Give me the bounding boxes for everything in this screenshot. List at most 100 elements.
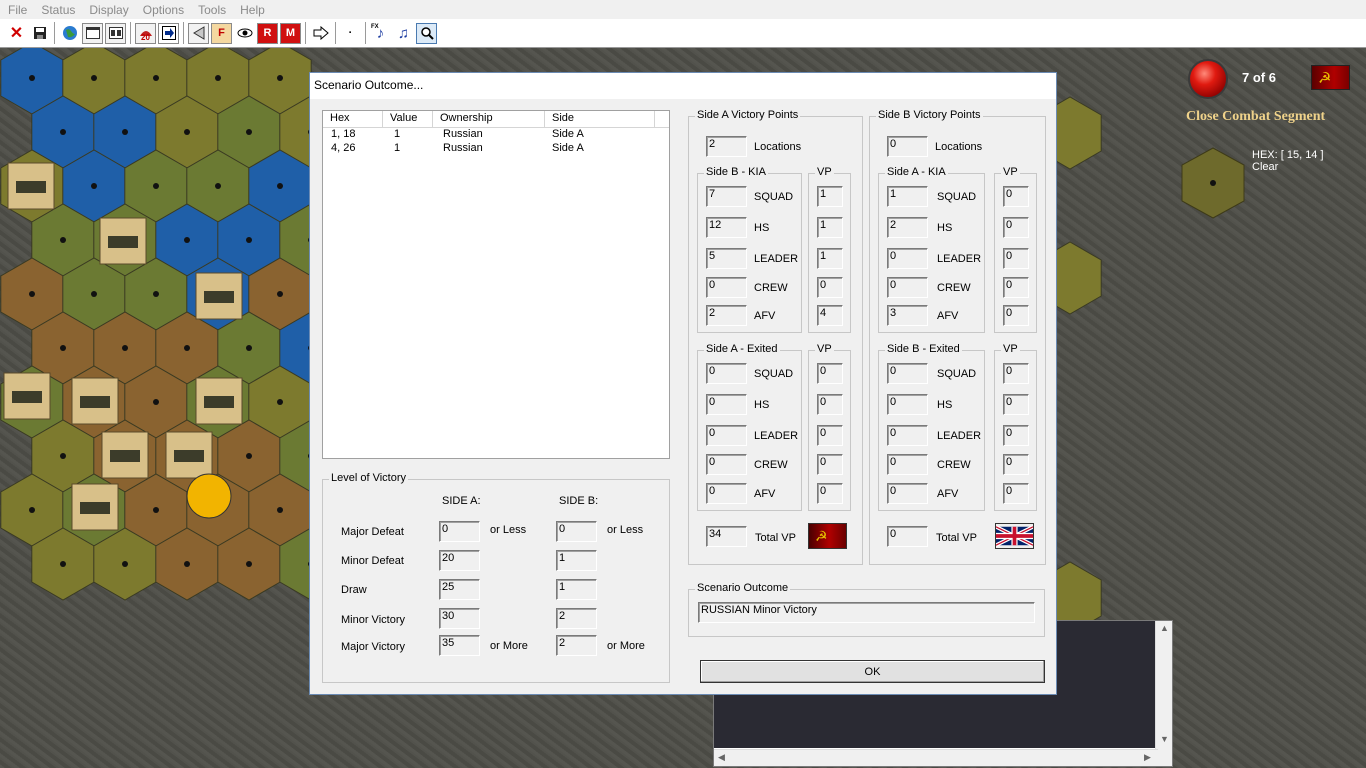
hex-center-dot: [60, 561, 66, 567]
column-header-ownership[interactable]: Ownership: [433, 111, 545, 127]
hex-center-dot: [60, 345, 66, 351]
side-a-kia-vp-group: VP 1 1 1 0 4: [808, 166, 851, 333]
unit-counter-tank[interactable]: [7, 162, 55, 210]
exited-label: HS: [754, 399, 770, 411]
vp-title: VP: [1001, 343, 1020, 355]
kia-vp: 0: [1003, 217, 1029, 238]
rout-icon[interactable]: R: [257, 22, 278, 44]
kia-label: CREW: [937, 282, 971, 294]
unit-counter-tank[interactable]: [101, 431, 149, 479]
side-b-column-label: SIDE B:: [559, 495, 599, 507]
zoom-icon[interactable]: [416, 22, 437, 44]
ok-button[interactable]: OK: [700, 660, 1045, 683]
menu-file[interactable]: File: [0, 3, 33, 17]
exited-vp: 0: [817, 363, 843, 384]
side-b-kia-vp-group: VP 0 0 0 0 0: [994, 166, 1037, 333]
close-icon[interactable]: ✕: [6, 23, 27, 44]
kia-label: HS: [754, 222, 770, 234]
level-side-b-value: 1: [556, 579, 597, 600]
melee-icon[interactable]: M: [280, 22, 301, 44]
column-header-side[interactable]: Side: [545, 111, 655, 127]
exited-label: CREW: [937, 459, 971, 471]
hex-center-dot: [277, 399, 283, 405]
soviet-flag-icon: ☭: [808, 523, 847, 549]
level-label: Minor Victory: [341, 614, 405, 626]
column-header-value[interactable]: Value: [383, 111, 433, 127]
unit-counter-infantry[interactable]: [3, 372, 51, 420]
kia-count: 2: [887, 217, 928, 238]
hex-center-dot: [29, 291, 35, 297]
level-side-a-value: 0: [439, 521, 480, 542]
victory-locations-list[interactable]: Hex Value Ownership Side 1, 18 1 Russian…: [322, 110, 670, 459]
kia-vp: 1: [817, 217, 843, 238]
ambush-icon[interactable]: 20: [135, 22, 156, 44]
level-side-a-value: 35: [439, 635, 480, 656]
next-unit-icon[interactable]: [158, 22, 179, 44]
menu-status[interactable]: Status: [33, 3, 81, 17]
hex-center-dot: [246, 561, 252, 567]
phase-light-icon[interactable]: [1188, 59, 1228, 99]
list-item[interactable]: 1, 18 1 Russian Side A: [323, 128, 669, 142]
kia-count: 12: [706, 217, 747, 238]
hex-center-dot: [246, 237, 252, 243]
menu-bar: File Status Display Options Tools Help: [0, 0, 1366, 19]
kia-count: 5: [706, 248, 747, 269]
cell-ownership: Russian: [443, 142, 483, 154]
window-icon[interactable]: [82, 22, 103, 44]
advance-arrow-icon[interactable]: [310, 23, 331, 44]
window-split-icon[interactable]: [105, 22, 126, 44]
scroll-left-icon[interactable]: ◀: [718, 752, 725, 763]
kia-label: HS: [937, 222, 953, 234]
exited-count: 0: [887, 483, 928, 504]
log-horizontal-scrollbar[interactable]: ◀ ▶: [714, 749, 1158, 766]
unit-counter-tank[interactable]: [71, 483, 119, 531]
hex-center-dot: [122, 345, 128, 351]
kia-count: 0: [887, 277, 928, 298]
unit-counter-equipment[interactable]: [195, 272, 243, 320]
unit-counter-infantry[interactable]: [99, 217, 147, 265]
menu-display[interactable]: Display: [81, 3, 134, 17]
scenario-outcome-value: RUSSIAN Minor Victory: [698, 602, 1035, 623]
dot-icon[interactable]: ·: [340, 23, 361, 44]
turn-counter: 7 of 6: [1242, 70, 1276, 85]
exited-vp: 0: [817, 425, 843, 446]
sound-fx-icon[interactable]: ♪ FX: [370, 23, 391, 44]
log-vertical-scrollbar[interactable]: ▲ ▼: [1155, 621, 1172, 766]
save-icon[interactable]: [29, 23, 50, 44]
scroll-down-icon[interactable]: ▼: [1160, 734, 1169, 744]
cell-value: 1: [394, 142, 401, 154]
level-label: Major Defeat: [341, 526, 404, 538]
column-header-hex[interactable]: Hex: [323, 111, 383, 127]
menu-tools[interactable]: Tools: [190, 3, 232, 17]
toolbar-divider: [335, 22, 336, 44]
list-item[interactable]: 4, 26 1 Russian Side A: [323, 142, 669, 156]
unit-counter-mg[interactable]: [71, 377, 119, 425]
list-header: Hex Value Ownership Side: [323, 111, 669, 128]
ordnance-marker-icon[interactable]: [186, 473, 232, 519]
level-side-b-value: 2: [556, 608, 597, 629]
globe-icon[interactable]: [59, 23, 80, 44]
kia-label: LEADER: [937, 253, 982, 265]
menu-options[interactable]: Options: [135, 3, 190, 17]
level-side-a-value: 25: [439, 579, 480, 600]
cell-ownership: Russian: [443, 128, 483, 140]
scroll-up-icon[interactable]: ▲: [1160, 623, 1169, 633]
level-side-b-value: 1: [556, 550, 597, 571]
kia-count: 0: [887, 248, 928, 269]
menu-help[interactable]: Help: [232, 3, 271, 17]
hex-terrain: Clear: [1252, 161, 1279, 173]
eye-icon[interactable]: [234, 23, 255, 44]
scroll-right-icon[interactable]: ▶: [1144, 752, 1151, 763]
unit-counter-mg[interactable]: [195, 377, 243, 425]
kia-count: 1: [887, 186, 928, 207]
exited-label: AFV: [937, 488, 959, 500]
unit-counter-infantry[interactable]: [165, 431, 213, 479]
hex-center-dot: [60, 237, 66, 243]
side-b-vp-title: Side B Victory Points: [876, 109, 983, 121]
kia-label: SQUAD: [754, 191, 794, 203]
side-a-exited-group: Side A - Exited 0 SQUAD 0 HS 0 LEADER 0 …: [697, 343, 802, 511]
fire-icon[interactable]: F: [211, 22, 232, 44]
or-less-label: or Less: [490, 524, 527, 536]
music-icon[interactable]: ♫: [393, 23, 414, 44]
back-icon[interactable]: [188, 22, 209, 44]
